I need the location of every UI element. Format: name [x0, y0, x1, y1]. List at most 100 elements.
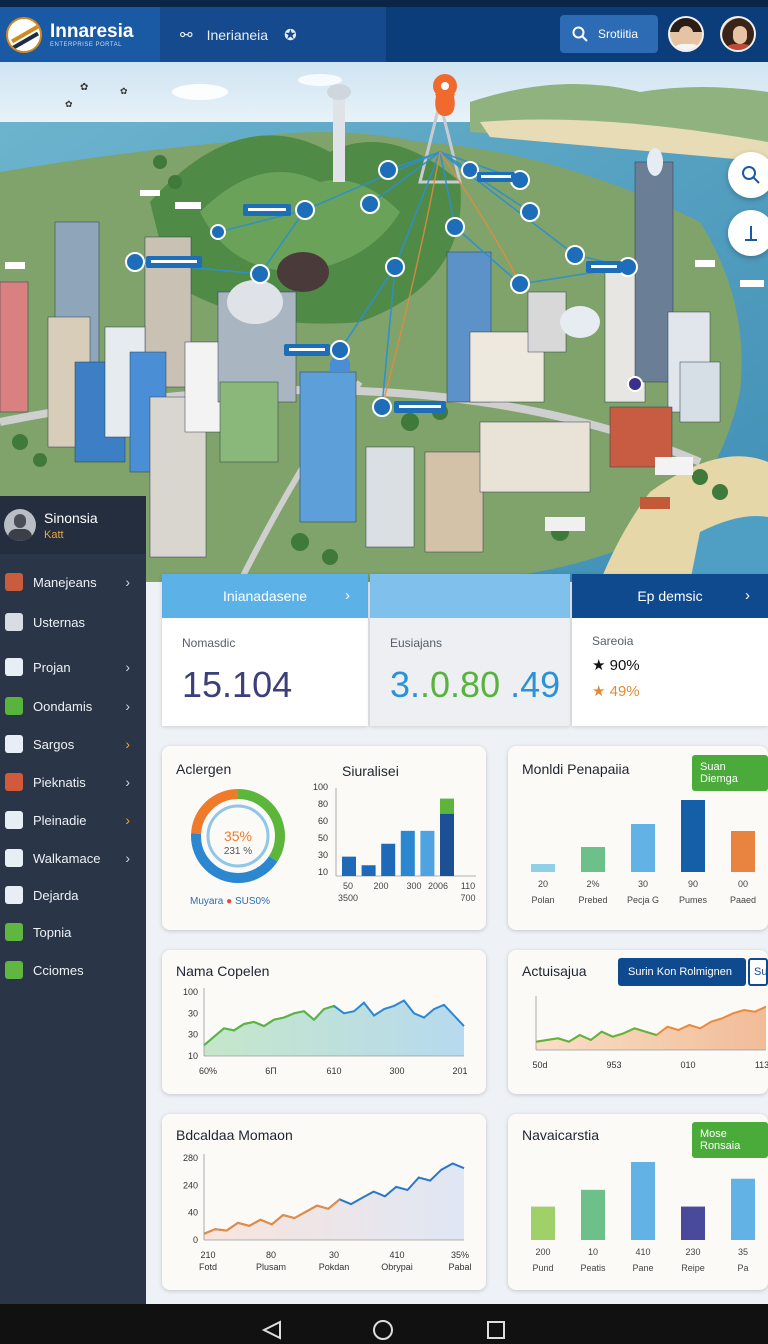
- bar-chart-nav: 200 Pund 10 Peatis 410 Pane 230 Reipe 35 Pa: [531, 1162, 755, 1273]
- area-chart-activity: 50d 953 010 113: [532, 996, 768, 1070]
- map-search-button[interactable]: [728, 152, 768, 198]
- people-icon: ⚯: [180, 26, 193, 44]
- x-tick-label: 201: [452, 1066, 467, 1076]
- x-tick-label: 50d: [532, 1060, 547, 1070]
- x-tick-label: 35%: [451, 1250, 469, 1260]
- chevron-right-icon: ›: [125, 698, 130, 714]
- sidebar-item-usternas[interactable]: Usternas: [0, 604, 146, 640]
- bdc-card: Bdcaldaa Momaon 280 240 40 0 210 80 30 410 35% Fo…: [162, 1114, 486, 1290]
- x-tick-label: 6Π: [265, 1066, 277, 1076]
- back-icon[interactable]: [261, 1320, 281, 1340]
- y-tick-label: 100: [183, 987, 198, 997]
- bar: [631, 1162, 655, 1240]
- y-tick-label: 100: [313, 782, 328, 792]
- bar: [342, 856, 356, 876]
- data-label: 30: [638, 879, 648, 889]
- sidebar-item-label: Pieknatis: [33, 774, 86, 790]
- folder-icon: [5, 573, 23, 591]
- x-category-label: Pokdan: [319, 1262, 350, 1272]
- card-title: Monldi Penapaiia: [522, 761, 630, 777]
- sidebar-item-label: Usternas: [33, 614, 86, 630]
- chevron-right-icon: ›: [125, 736, 130, 752]
- search-button[interactable]: Srotiitia: [560, 15, 658, 53]
- nav-tab-label: Inerianeia: [206, 26, 269, 43]
- sidebar-item-label: Projan: [33, 659, 71, 675]
- search-button-label: Srotiitia: [598, 27, 639, 41]
- kpi-value: 15.104: [182, 664, 293, 705]
- x-tick-label: 410: [389, 1250, 404, 1260]
- brand-subtitle: ENTERPRISE PORTAL: [50, 41, 122, 48]
- sidebar-item-label: Walkamace: [33, 850, 101, 866]
- y-tick-label: 60: [318, 816, 328, 826]
- kpi-header[interactable]: [370, 574, 570, 618]
- x-tick-label: Pecja G: [627, 895, 659, 905]
- sidebar-item-topnia[interactable]: Topnia: [0, 914, 146, 950]
- status-strip: [0, 0, 768, 7]
- sidebar-item-walkamace[interactable]: Walkamace ›: [0, 840, 146, 876]
- card-title: Navaicarstia: [522, 1127, 600, 1143]
- x-tick-label: Pund: [532, 1263, 553, 1273]
- x-tick-label: 300: [389, 1066, 404, 1076]
- x-tick-label: Pa: [737, 1263, 748, 1273]
- pers-card: Monldi Penapaiia Suan Diemga 20 Polan 2% Pr…: [508, 746, 768, 930]
- profile-name: Sinonsia: [44, 509, 98, 526]
- y-tick-label: 240: [183, 1180, 198, 1190]
- chevron-right-icon: ›: [345, 587, 350, 604]
- sidebar-item-label: Pleinadie: [33, 812, 87, 828]
- area-fill: [204, 1163, 464, 1240]
- sidebar-item-pieknatis[interactable]: Pieknatis ›: [0, 764, 146, 800]
- sidebar-item-cciomes[interactable]: Cciomes: [0, 952, 146, 988]
- donut-legend: Muyara ● SUS0%: [190, 896, 270, 907]
- sidebar-item-oondamis[interactable]: Oondamis ›: [0, 688, 146, 724]
- sidebar-item-dejarda[interactable]: Dejarda: [0, 877, 146, 913]
- brand-title: Innaresia: [50, 20, 134, 42]
- area-fill: [204, 1000, 464, 1056]
- bar: [681, 800, 705, 872]
- avatar[interactable]: [668, 16, 704, 52]
- y-tick-label: 30: [318, 850, 328, 860]
- x-tick-label: 3500: [338, 893, 358, 903]
- nav-card-button[interactable]: Mose Ronsaia: [692, 1122, 768, 1158]
- bar-overlay: [440, 798, 454, 814]
- key-icon: [5, 961, 23, 979]
- activity-card-button[interactable]: Surin Kon Rolmignen: [618, 958, 746, 986]
- data-label: 20: [538, 879, 548, 889]
- puzzle-icon: [5, 849, 23, 867]
- x-tick-label: 300: [406, 881, 421, 891]
- chevron-right-icon: ›: [125, 850, 130, 866]
- profile-block[interactable]: Sinonsia Katt: [0, 496, 146, 554]
- x-tick-label: Pane: [632, 1263, 653, 1273]
- gauge-icon: [5, 886, 23, 904]
- chevron-right-icon: ›: [125, 774, 130, 790]
- bar: [440, 813, 454, 876]
- sidebar-item-pleinadie[interactable]: Pleinadie ›: [0, 802, 146, 838]
- home-icon[interactable]: [373, 1320, 393, 1340]
- bar: [681, 1206, 705, 1240]
- x-tick-label: 60%: [199, 1066, 217, 1076]
- x-tick-label: 110: [461, 881, 475, 891]
- bar: [531, 864, 555, 872]
- x-tick-label: 200: [373, 881, 388, 891]
- sidebar-item-projan[interactable]: Projan ›: [0, 649, 146, 685]
- y-tick-label: 10: [318, 867, 328, 877]
- x-category-label: Fotd: [199, 1262, 217, 1272]
- kpi-stat-secondary: ★ 49%: [592, 683, 640, 700]
- nav-tab[interactable]: ⚯ Inerianeia ✪: [160, 7, 386, 62]
- brand-block[interactable]: Innaresia ENTERPRISE PORTAL: [0, 7, 160, 62]
- briefcase-icon: [5, 658, 23, 676]
- kpi-header[interactable]: Ep demsic ›: [572, 574, 768, 618]
- sidebar-item-label: Topnia: [33, 924, 72, 940]
- kpi-header[interactable]: Inianadasene ›: [162, 574, 368, 618]
- kpi-header-label: Inianadasene: [222, 588, 308, 604]
- sidebar-item-label: Oondamis: [33, 698, 93, 714]
- chevron-right-icon: ›: [125, 574, 130, 590]
- activity-card-button-secondary[interactable]: Su: [748, 958, 768, 986]
- sidebar-item-manejeans[interactable]: Manejeans ›: [0, 564, 146, 600]
- avatar[interactable]: [720, 16, 756, 52]
- anchor-icon: [745, 226, 757, 241]
- recents-icon[interactable]: [487, 1321, 505, 1339]
- subchart-title: Siuralisei: [342, 763, 399, 779]
- sidebar-item-sargos[interactable]: Sargos ›: [0, 726, 146, 762]
- bar: [731, 1178, 755, 1240]
- map-locate-button[interactable]: [728, 210, 768, 256]
